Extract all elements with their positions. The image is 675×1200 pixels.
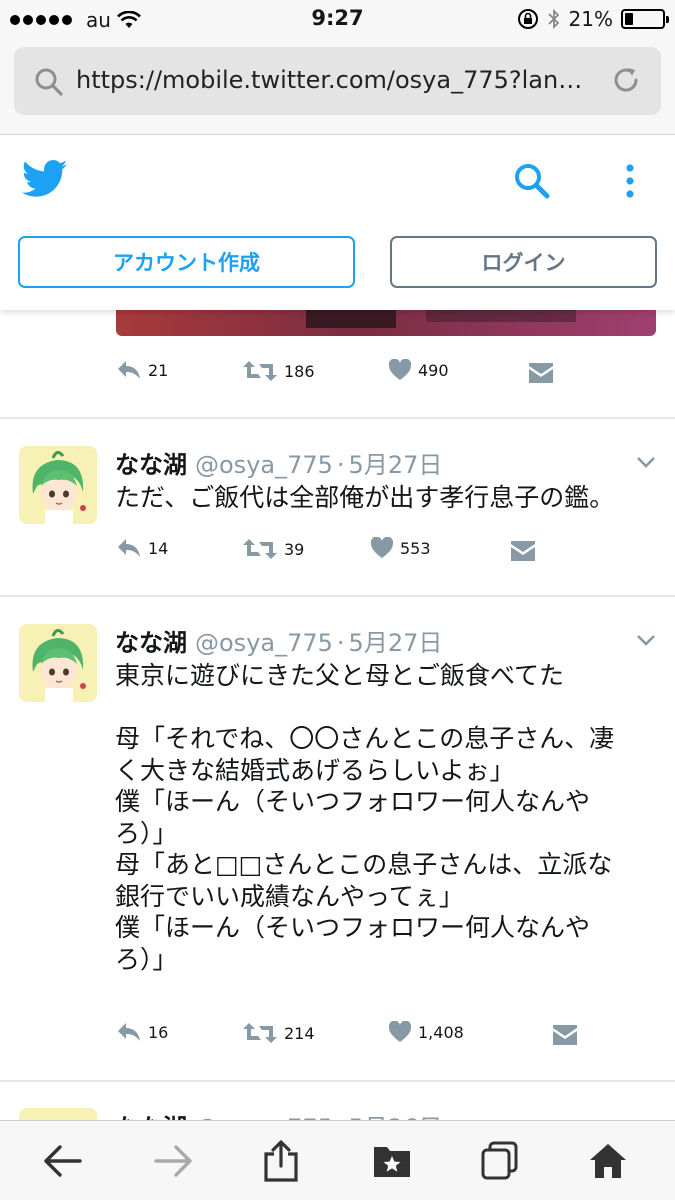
like-action[interactable]: 1,408 bbox=[388, 1021, 464, 1043]
tweet-date[interactable]: 5月27日 bbox=[349, 629, 443, 657]
tweet-text-line: く大きな結婚式あげるらしいよぉ」 bbox=[115, 755, 515, 785]
tweet-text: ただ、ご飯代は全部俺が出す孝行息子の鑑。 bbox=[115, 482, 660, 514]
bluetooth-icon bbox=[547, 8, 559, 30]
tweet-divider bbox=[0, 1080, 675, 1082]
avatar[interactable] bbox=[19, 624, 97, 702]
address-bar[interactable]: https://mobile.twitter.com/osya_775?lan… bbox=[14, 47, 661, 115]
reply-count: 14 bbox=[148, 538, 169, 558]
bookmarks-icon bbox=[374, 1147, 410, 1177]
reply-count: 16 bbox=[148, 1022, 169, 1042]
retweet-icon bbox=[243, 1023, 277, 1043]
retweet-action[interactable]: 39 bbox=[242, 537, 304, 561]
battery-icon bbox=[621, 9, 669, 29]
retweet-icon bbox=[243, 539, 277, 559]
tweet-text-line: 東京に遊びにきた父と母とご飯食べてた bbox=[115, 661, 565, 690]
rotation-lock-icon bbox=[517, 9, 538, 29]
tweet-date[interactable]: 5月27日 bbox=[349, 451, 443, 479]
home-icon bbox=[590, 1144, 626, 1178]
tabs-button[interactable] bbox=[480, 1141, 520, 1181]
heart-icon bbox=[388, 1021, 412, 1042]
display-name[interactable]: なな湖 bbox=[115, 629, 187, 657]
like-action[interactable]: 553 bbox=[370, 537, 431, 559]
previous-tweet-media[interactable] bbox=[116, 310, 656, 336]
forward-arrow-icon bbox=[154, 1145, 192, 1177]
retweet-count: 39 bbox=[284, 539, 305, 559]
like-count: 490 bbox=[418, 360, 449, 380]
tweet-header: なな湖 @osya_775 · 5月27日 bbox=[115, 629, 443, 657]
like-count: 553 bbox=[400, 538, 431, 558]
twitter-header: アカウント作成 ログイン bbox=[0, 135, 675, 310]
tweet-text-line: 僕「ほーん（そいつフォロワー何人なんや bbox=[115, 913, 591, 942]
tabs-icon bbox=[481, 1141, 518, 1180]
reply-action[interactable]: 16 bbox=[116, 1021, 168, 1043]
status-right: 21% bbox=[517, 7, 669, 31]
display-name[interactable]: なな湖 bbox=[115, 451, 187, 479]
direct-message-icon bbox=[529, 363, 553, 383]
dm-action[interactable] bbox=[552, 1024, 578, 1046]
home-button[interactable] bbox=[588, 1141, 628, 1181]
twitter-bird-icon[interactable] bbox=[22, 159, 68, 199]
reply-count: 21 bbox=[148, 360, 169, 380]
retweet-action[interactable]: 214 bbox=[242, 1021, 315, 1045]
search-icon[interactable] bbox=[512, 161, 552, 201]
bookmarks-button[interactable] bbox=[372, 1141, 412, 1181]
tweet-text-line: 銀行でいい成績なんやってぇ」 bbox=[115, 881, 464, 911]
reload-icon[interactable] bbox=[611, 65, 641, 95]
tweet-text-line: 母「あと□□さんとこの息子さんは、立派な bbox=[115, 850, 613, 879]
tweet-text-line: 僕「ほーん（そいつフォロワー何人なんや bbox=[115, 787, 591, 816]
browser-toolbar bbox=[0, 1120, 675, 1200]
forward-button[interactable] bbox=[154, 1141, 194, 1181]
chevron-down-icon[interactable] bbox=[636, 456, 656, 468]
user-handle[interactable]: @osya_775 bbox=[195, 451, 333, 479]
back-arrow-icon bbox=[44, 1145, 82, 1177]
status-bar: au 9:27 21% bbox=[0, 0, 675, 38]
tweet-text-line: ただ、ご飯代は全部俺が出す孝行息子の鑑。 bbox=[115, 483, 615, 512]
avatar[interactable] bbox=[19, 446, 97, 524]
retweet-action[interactable]: 186 bbox=[242, 359, 315, 383]
direct-message-icon bbox=[511, 541, 535, 561]
user-handle[interactable]: @osya_775 bbox=[195, 629, 333, 657]
back-button[interactable] bbox=[42, 1141, 82, 1181]
direct-message-icon bbox=[553, 1025, 577, 1045]
heart-icon bbox=[388, 359, 412, 380]
reply-action[interactable]: 21 bbox=[116, 359, 168, 381]
like-count: 1,408 bbox=[418, 1022, 464, 1042]
reply-icon bbox=[118, 1023, 140, 1041]
tweet-text-line: ろ）」 bbox=[115, 818, 178, 848]
retweet-count: 186 bbox=[284, 361, 315, 381]
tweet-text: 東京に遊びにきた父と母とご飯食べてた 母「それでね、〇〇さんとこの息子さん、凄 … bbox=[115, 660, 660, 975]
more-vertical-icon[interactable] bbox=[622, 161, 638, 201]
create-account-button[interactable]: アカウント作成 bbox=[18, 236, 355, 288]
like-action[interactable]: 490 bbox=[388, 359, 449, 381]
tweet-text-line: ろ）」 bbox=[115, 944, 178, 974]
battery-percent: 21% bbox=[568, 7, 613, 31]
dm-action[interactable] bbox=[510, 540, 536, 562]
reply-icon bbox=[118, 539, 140, 557]
reply-icon bbox=[118, 361, 140, 379]
login-button[interactable]: ログイン bbox=[390, 236, 657, 288]
retweet-count: 214 bbox=[284, 1023, 315, 1043]
retweet-icon bbox=[243, 361, 277, 381]
browser-address-area: https://mobile.twitter.com/osya_775?lan… bbox=[0, 38, 675, 135]
dm-action[interactable] bbox=[528, 362, 554, 384]
share-button[interactable] bbox=[261, 1140, 301, 1182]
chevron-down-icon[interactable] bbox=[636, 634, 656, 646]
reply-action[interactable]: 14 bbox=[116, 537, 168, 559]
tweet-divider bbox=[0, 595, 675, 597]
tweet-divider bbox=[0, 417, 675, 419]
share-icon bbox=[264, 1140, 298, 1182]
url-text[interactable]: https://mobile.twitter.com/osya_775?lan… bbox=[76, 66, 601, 94]
tweet-text-line bbox=[115, 692, 660, 724]
tweet-text-line: 母「それでね、〇〇さんとこの息子さん、凄 bbox=[115, 724, 615, 753]
heart-icon bbox=[370, 537, 394, 558]
tweet-header: なな湖 @osya_775 · 5月27日 bbox=[115, 451, 443, 479]
search-icon bbox=[35, 68, 63, 96]
